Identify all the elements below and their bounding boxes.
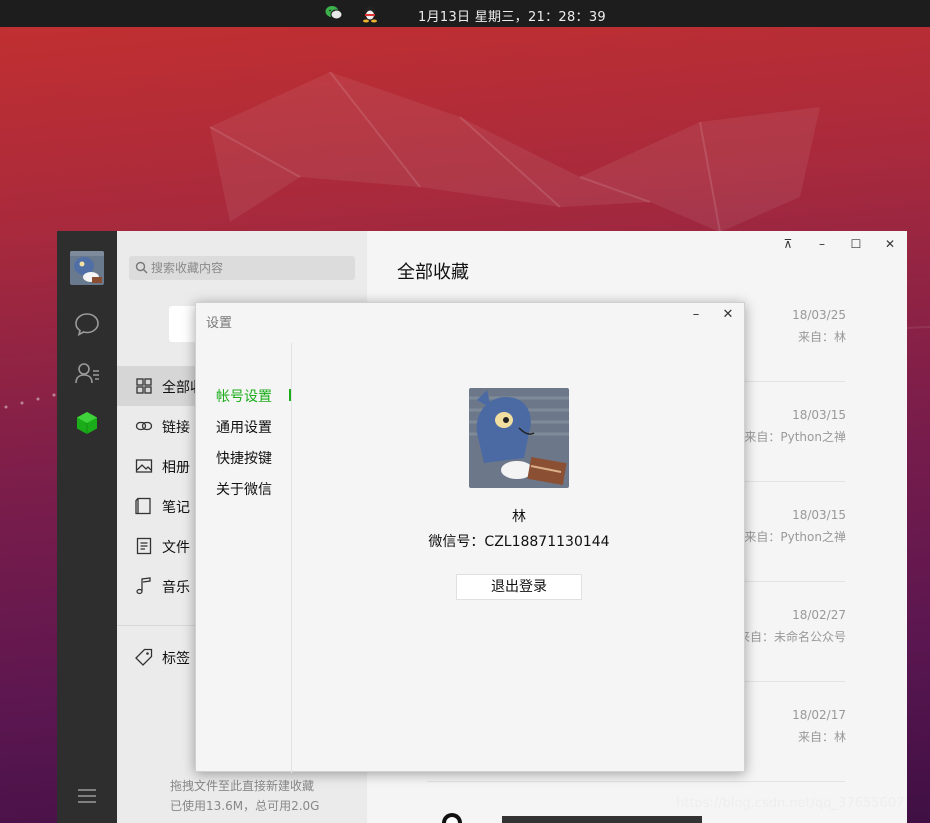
link-icon	[135, 421, 153, 431]
minimize-icon[interactable]: –	[815, 237, 829, 251]
chat-icon[interactable]	[74, 311, 100, 337]
category-label: 笔记	[162, 500, 190, 516]
item-source: 来自：林	[797, 730, 846, 744]
close-icon[interactable]: ✕	[883, 237, 897, 251]
item-date: 18/03/15	[792, 508, 846, 522]
file-icon	[136, 537, 152, 555]
wechat-tray-icon[interactable]	[325, 5, 343, 21]
item-source: 来自：Python之禅	[744, 430, 846, 444]
menu-shortcuts[interactable]: 快捷按键	[216, 448, 272, 468]
search-icon	[135, 261, 148, 274]
category-label: 链接	[162, 420, 190, 436]
menu-general-settings[interactable]: 通用设置	[216, 417, 272, 437]
item-date: 18/03/25	[792, 308, 846, 322]
note-icon	[135, 497, 151, 515]
maximize-icon[interactable]: ☐	[849, 237, 863, 251]
profile-name: 林	[512, 509, 526, 525]
dialog-close-icon[interactable]: ✕	[720, 307, 736, 323]
item-separator	[427, 781, 845, 782]
user-avatar[interactable]	[70, 251, 104, 285]
favorites-cube-icon[interactable]	[74, 410, 100, 436]
page-title: 全部收藏	[397, 262, 469, 283]
top-bar: 1月13日 星期三，21：28：39	[0, 0, 930, 27]
watermark: https://blog.csdn.net/qq_37655607	[676, 796, 905, 811]
pin-icon[interactable]: ⊼	[781, 237, 795, 251]
dialog-title: 设置	[206, 316, 233, 331]
item-source: 来自：林	[797, 330, 846, 344]
menu-account-settings[interactable]: 帐号设置	[216, 386, 272, 406]
wechat-id: 微信号：CZL18871130144	[428, 534, 610, 550]
item-source: 来自：Python之禅	[744, 530, 846, 544]
grid-icon	[136, 378, 152, 394]
category-label: 相册	[162, 460, 190, 476]
qq-tray-icon[interactable]	[362, 5, 378, 23]
category-label: 文件	[162, 540, 190, 556]
search-box	[129, 256, 355, 280]
storage-usage: 已使用13.6M，总可用2.0G	[170, 799, 320, 813]
item-date: 18/02/17	[792, 708, 846, 722]
nav-bar	[57, 231, 117, 823]
item-date: 18/03/15	[792, 408, 846, 422]
dialog-sidebar-divider	[291, 343, 292, 773]
item-source: 来自：未命名公众号	[737, 630, 846, 644]
clock[interactable]: 1月13日 星期三，21：28：39	[418, 6, 606, 25]
profile-avatar	[469, 388, 569, 488]
drag-hint: 拖拽文件至此直接新建收藏	[170, 779, 315, 793]
tag-icon	[135, 648, 153, 666]
item-date: 18/02/27	[792, 608, 846, 622]
menu-icon[interactable]	[74, 783, 100, 809]
logout-button[interactable]: 退出登录	[456, 574, 582, 600]
music-icon	[136, 577, 151, 595]
category-label: 音乐	[162, 580, 190, 596]
dialog-minimize-icon[interactable]: –	[688, 307, 704, 323]
active-menu-marker	[289, 389, 291, 401]
search-input[interactable]	[151, 256, 351, 280]
contacts-icon[interactable]	[74, 360, 100, 386]
settings-dialog: 设置 – ✕ 帐号设置 通用设置 快捷按键 关于微信 林 微信号：CZL1887…	[195, 302, 745, 773]
image-icon	[135, 459, 153, 473]
menu-about[interactable]: 关于微信	[216, 479, 272, 499]
category-label: 标签	[162, 651, 190, 667]
